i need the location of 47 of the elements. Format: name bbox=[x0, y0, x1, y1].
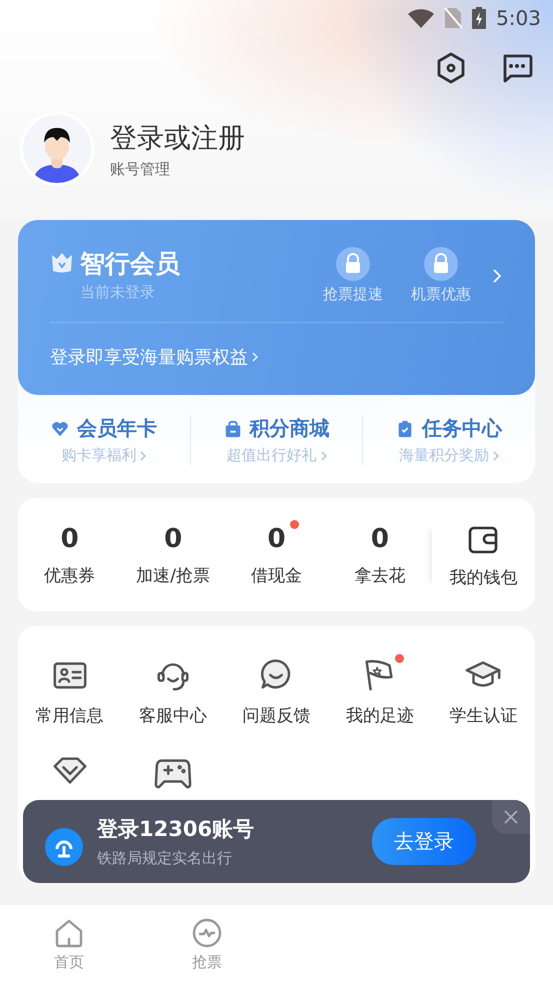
pulse-icon bbox=[191, 917, 223, 949]
stat-value[interactable]: 0 bbox=[267, 524, 286, 554]
railway-logo-icon bbox=[45, 828, 83, 866]
chevron-icon bbox=[493, 450, 500, 460]
account-subtitle: 账号管理 bbox=[110, 160, 171, 178]
chevron-icon bbox=[491, 267, 503, 285]
chevron-icon bbox=[252, 352, 258, 362]
stat-value[interactable]: 0 bbox=[60, 524, 79, 554]
wifi-icon bbox=[408, 8, 434, 28]
banner-title: 登录12306账号 bbox=[97, 816, 256, 843]
stat-label: 拿去花 bbox=[354, 565, 406, 587]
member-link-subtitle: 购卡享福利 bbox=[61, 446, 136, 465]
member-link-title[interactable]: 会员年卡 bbox=[76, 415, 157, 442]
banner-subtitle: 铁路局规定实名出行 bbox=[97, 849, 233, 868]
stat-value[interactable]: 0 bbox=[164, 524, 182, 554]
stat-label: 加速/抢票 bbox=[136, 565, 210, 587]
perk-label: 机票优惠 bbox=[411, 285, 471, 304]
stat-label: 优惠券 bbox=[44, 565, 96, 587]
status-time: 5:03 bbox=[496, 6, 541, 30]
chevron-icon bbox=[320, 450, 326, 460]
home-icon bbox=[53, 917, 85, 949]
member-link-title[interactable]: 积分商城 bbox=[250, 415, 330, 442]
crown-icon bbox=[50, 251, 74, 275]
clipboard-icon bbox=[396, 420, 414, 438]
service-label[interactable]: 问题反馈 bbox=[242, 704, 310, 727]
login-title[interactable]: 登录或注册 bbox=[110, 120, 245, 156]
close-button[interactable] bbox=[492, 800, 530, 834]
chevron-icon bbox=[140, 450, 146, 460]
service-label[interactable]: 我的足迹 bbox=[346, 704, 414, 727]
wallet-label[interactable]: 我的钱包 bbox=[449, 566, 518, 589]
wallet-icon[interactable] bbox=[467, 524, 500, 556]
perk-label: 抢票提速 bbox=[323, 285, 383, 304]
member-link-title[interactable]: 任务中心 bbox=[422, 415, 502, 442]
service-label[interactable]: 学生认证 bbox=[449, 704, 518, 727]
stat-label: 借现金 bbox=[251, 565, 302, 587]
no-sim-icon bbox=[444, 7, 462, 29]
member-link-subtitle: 超值出行好礼 bbox=[226, 446, 316, 465]
bag-icon bbox=[224, 420, 242, 438]
service-label[interactable]: 常用信息 bbox=[36, 704, 104, 727]
login-button[interactable]: 去登录 bbox=[372, 818, 476, 865]
stat-value[interactable]: 0 bbox=[370, 524, 389, 554]
membership-status: 当前未登录 bbox=[80, 283, 156, 302]
battery-icon bbox=[472, 7, 486, 29]
heart-icon bbox=[50, 420, 69, 438]
service-label[interactable]: 客服中心 bbox=[139, 704, 208, 727]
membership-title: 智行会员 bbox=[80, 248, 181, 280]
member-link-subtitle: 海量积分奖励 bbox=[399, 446, 490, 465]
